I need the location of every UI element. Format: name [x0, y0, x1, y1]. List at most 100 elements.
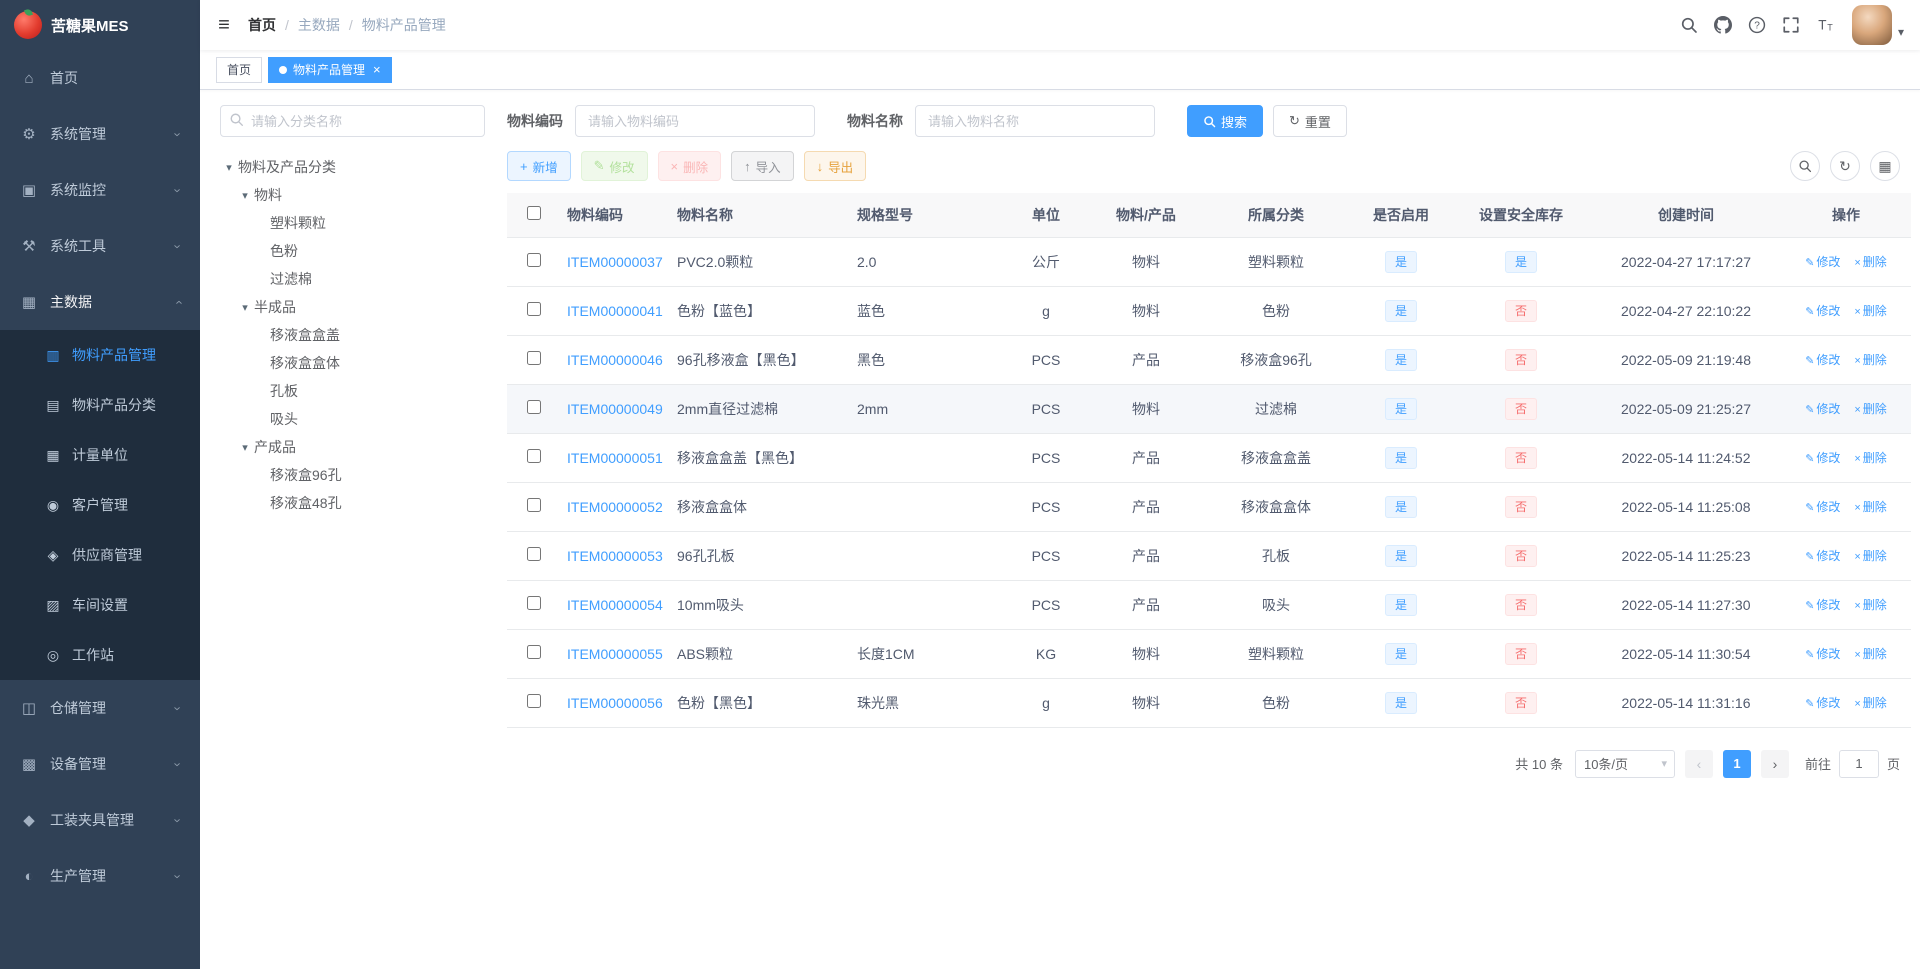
- material-code-link[interactable]: ITEM00000049: [567, 401, 663, 417]
- page-number-button[interactable]: 1: [1722, 749, 1751, 778]
- tree-node[interactable]: 移液盒96孔: [220, 461, 485, 489]
- caret-down-icon[interactable]: ▾: [236, 189, 254, 202]
- page-size-select[interactable]: 10条/页 ▾: [1574, 749, 1675, 778]
- help-button[interactable]: ?: [1740, 0, 1774, 50]
- tree-node[interactable]: 孔板: [220, 377, 485, 405]
- row-checkbox[interactable]: [527, 694, 541, 708]
- reset-button[interactable]: ↻ 重置: [1273, 105, 1347, 137]
- edit-link[interactable]: ✎ 修改: [1805, 451, 1840, 465]
- delete-link[interactable]: × 删除: [1854, 500, 1886, 514]
- table-row[interactable]: ITEM00000054 10mm吸头 PCS 产品 吸头 是 否 2022-0…: [507, 580, 1911, 630]
- table-row[interactable]: ITEM00000056 色粉【黑色】 珠光黑 g 物料 色粉 是 否 2022…: [507, 678, 1911, 728]
- caret-down-icon[interactable]: ▾: [236, 441, 254, 454]
- table-row[interactable]: ITEM00000049 2mm直径过滤棉 2mm PCS 物料 过滤棉 是 否…: [507, 384, 1911, 434]
- sidebar-collapse-button[interactable]: ≡: [200, 0, 248, 50]
- row-checkbox[interactable]: [527, 253, 541, 267]
- edit-link[interactable]: ✎ 修改: [1805, 500, 1840, 514]
- tab-home[interactable]: 首页: [216, 56, 263, 83]
- edit-link[interactable]: ✎ 修改: [1805, 353, 1840, 367]
- edit-link[interactable]: ✎ 修改: [1805, 598, 1840, 612]
- table-row[interactable]: ITEM00000051 移液盒盒盖【黑色】 PCS 产品 移液盒盒盖 是 否 …: [507, 433, 1911, 483]
- edit-link[interactable]: ✎ 修改: [1805, 304, 1840, 318]
- tree-node[interactable]: ▾ 物料及产品分类: [220, 153, 485, 181]
- sidebar-item-production-manage[interactable]: ◐ 生产管理 ›: [0, 848, 200, 904]
- refresh-button[interactable]: ↻: [1830, 151, 1860, 181]
- next-page-button[interactable]: ›: [1760, 749, 1789, 778]
- app-logo[interactable]: 苦糖果MES: [0, 0, 200, 50]
- material-code-link[interactable]: ITEM00000041: [567, 303, 663, 319]
- table-row[interactable]: ITEM00000041 色粉【蓝色】 蓝色 g 物料 色粉 是 否 2022-…: [507, 286, 1911, 336]
- edit-link[interactable]: ✎ 修改: [1805, 255, 1840, 269]
- material-code-link[interactable]: ITEM00000053: [567, 548, 663, 564]
- material-name-input[interactable]: [915, 105, 1155, 137]
- delete-link[interactable]: × 删除: [1854, 255, 1886, 269]
- row-checkbox[interactable]: [527, 449, 541, 463]
- goto-page-input[interactable]: [1838, 749, 1879, 778]
- prev-page-button[interactable]: ‹: [1684, 749, 1713, 778]
- breadcrumb-home[interactable]: 首页: [248, 15, 276, 35]
- tree-node[interactable]: ▾ 物料: [220, 181, 485, 209]
- tab-close-icon[interactable]: ×: [373, 63, 381, 76]
- table-row[interactable]: ITEM00000055 ABS颗粒 长度1CM KG 物料 塑料颗粒 是 否 …: [507, 629, 1911, 679]
- row-checkbox[interactable]: [527, 351, 541, 365]
- sidebar-item-measure-unit[interactable]: ▦ 计量单位: [0, 430, 200, 480]
- delete-button[interactable]: × 删除: [657, 151, 722, 181]
- user-menu[interactable]: ▾: [1851, 5, 1904, 45]
- tree-node[interactable]: 移液盒盒盖: [220, 321, 485, 349]
- fullscreen-button[interactable]: [1774, 0, 1808, 50]
- tree-node[interactable]: 移液盒盒体: [220, 349, 485, 377]
- tree-node[interactable]: ▾ 产成品: [220, 433, 485, 461]
- edit-button[interactable]: ✎ 修改: [580, 151, 648, 181]
- delete-link[interactable]: × 删除: [1854, 598, 1886, 612]
- row-checkbox[interactable]: [527, 596, 541, 610]
- header-search-button[interactable]: [1672, 0, 1706, 50]
- delete-link[interactable]: × 删除: [1854, 353, 1886, 367]
- delete-link[interactable]: × 删除: [1854, 402, 1886, 416]
- sidebar-item-workstation[interactable]: ◎ 工作站: [0, 630, 200, 680]
- tree-node[interactable]: 色粉: [220, 237, 485, 265]
- material-code-link[interactable]: ITEM00000055: [567, 646, 663, 662]
- sidebar-item-home[interactable]: ⌂ 首页: [0, 50, 200, 106]
- delete-link[interactable]: × 删除: [1854, 696, 1886, 710]
- row-checkbox[interactable]: [527, 547, 541, 561]
- row-checkbox[interactable]: [527, 645, 541, 659]
- add-button[interactable]: + 新增: [507, 151, 571, 181]
- material-code-link[interactable]: ITEM00000051: [567, 450, 663, 466]
- caret-down-icon[interactable]: ▾: [236, 301, 254, 314]
- import-button[interactable]: ↑ 导入: [731, 151, 794, 181]
- material-code-link[interactable]: ITEM00000046: [567, 352, 663, 368]
- table-row[interactable]: ITEM00000053 96孔孔板 PCS 产品 孔板 是 否 2022-05…: [507, 531, 1911, 581]
- tree-node[interactable]: 塑料颗粒: [220, 209, 485, 237]
- tree-node[interactable]: ▾ 半成品: [220, 293, 485, 321]
- table-row[interactable]: ITEM00000037 PVC2.0颗粒 2.0 公斤 物料 塑料颗粒 是 是…: [507, 237, 1911, 287]
- avatar[interactable]: [1851, 5, 1892, 45]
- font-size-button[interactable]: TT: [1808, 0, 1842, 50]
- delete-link[interactable]: × 删除: [1854, 304, 1886, 318]
- material-code-link[interactable]: ITEM00000037: [567, 254, 663, 270]
- material-code-link[interactable]: ITEM00000056: [567, 695, 663, 711]
- material-code-input[interactable]: [575, 105, 815, 137]
- edit-link[interactable]: ✎ 修改: [1805, 696, 1840, 710]
- edit-link[interactable]: ✎ 修改: [1805, 402, 1840, 416]
- delete-link[interactable]: × 删除: [1854, 451, 1886, 465]
- sidebar-item-system-manage[interactable]: ⚙ 系统管理 ›: [0, 106, 200, 162]
- search-button[interactable]: 搜索: [1187, 105, 1264, 137]
- material-code-link[interactable]: ITEM00000052: [567, 499, 663, 515]
- table-row[interactable]: ITEM00000052 移液盒盒体 PCS 产品 移液盒盒体 是 否 2022…: [507, 482, 1911, 532]
- sidebar-item-fixture-manage[interactable]: ◆ 工装夹具管理 ›: [0, 792, 200, 848]
- sidebar-item-master-data[interactable]: ▦ 主数据 ›: [0, 274, 200, 330]
- column-settings-button[interactable]: ▦: [1870, 151, 1900, 181]
- delete-link[interactable]: × 删除: [1854, 647, 1886, 661]
- export-button[interactable]: ↓ 导出: [803, 151, 867, 181]
- sidebar-item-warehouse-manage[interactable]: ◫ 仓储管理 ›: [0, 680, 200, 736]
- table-row[interactable]: ITEM00000046 96孔移液盒【黑色】 黑色 PCS 产品 移液盒96孔…: [507, 335, 1911, 385]
- sidebar-item-equipment-manage[interactable]: ▩ 设备管理 ›: [0, 736, 200, 792]
- row-checkbox[interactable]: [527, 302, 541, 316]
- tree-node[interactable]: 吸头: [220, 405, 485, 433]
- sidebar-item-system-tools[interactable]: ⚒ 系统工具 ›: [0, 218, 200, 274]
- sidebar-item-workshop-setting[interactable]: ▨ 车间设置: [0, 580, 200, 630]
- sidebar-item-material-product-manage[interactable]: ▥ 物料产品管理: [0, 330, 200, 380]
- github-link-button[interactable]: [1706, 0, 1740, 50]
- sidebar-item-supplier-manage[interactable]: ◈ 供应商管理: [0, 530, 200, 580]
- sidebar-item-customer-manage[interactable]: ◉ 客户管理: [0, 480, 200, 530]
